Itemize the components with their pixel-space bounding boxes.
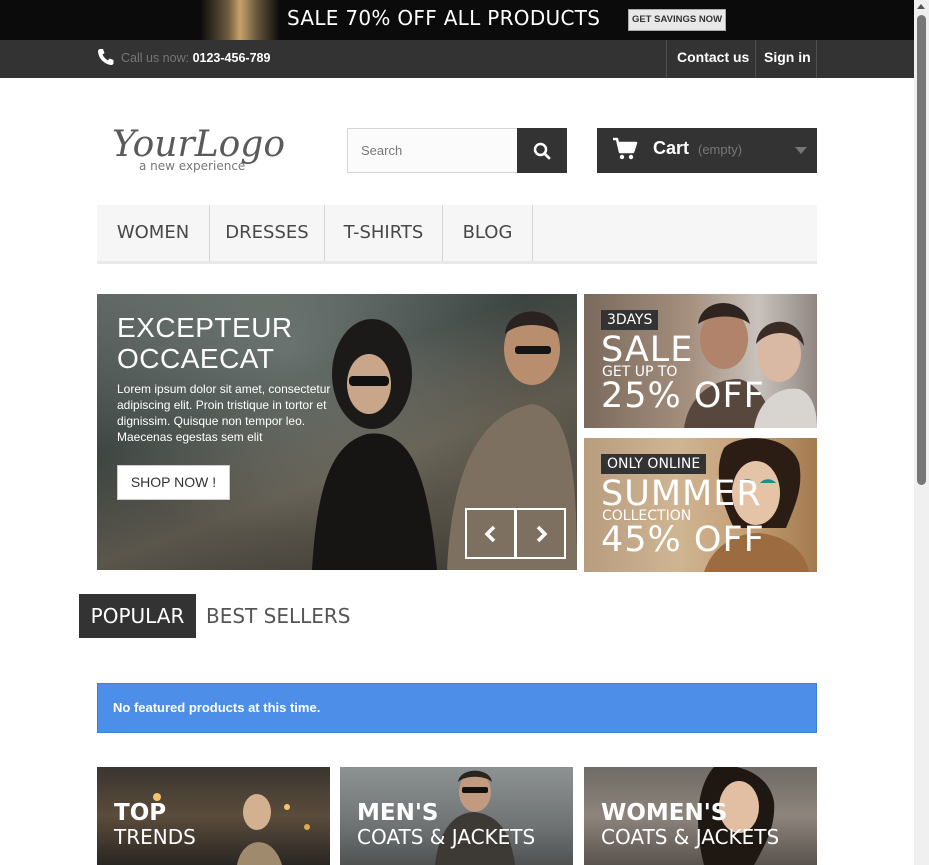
tab-best-sellers[interactable]: BEST SELLERS [206,594,350,638]
card-title: MEN'S [357,800,439,826]
promo-model-image [200,0,280,40]
banner-3days-sale[interactable]: 3DAYS SALE GET UP TO 25% OFF [584,294,817,428]
card-title: WOMEN'S [601,800,728,826]
cart-icon [613,137,638,160]
banner-offer: 25% OFF [601,376,765,416]
search-field[interactable] [347,128,518,173]
search-button[interactable] [517,128,567,173]
card-top-trends[interactable]: TOP TRENDS [97,767,330,865]
slide-title: EXCEPTEUR OCCAECAT [117,312,293,374]
call-label: Call us now: [121,51,190,65]
tab-popular[interactable]: POPULAR [79,594,196,638]
contact-us-link[interactable]: Contact us [677,49,749,65]
cart-button[interactable]: Cart (empty) [597,128,817,173]
banner-offer: 45% OFF [601,520,765,560]
chevron-down-icon [795,147,807,154]
card-womens-coats[interactable]: WOMEN'S COATS & JACKETS [584,767,817,865]
slide-title-line-1: EXCEPTEUR [117,312,293,343]
card-subtitle: COATS & JACKETS [601,825,780,849]
promo-banner[interactable]: SALE 70% OFF ALL PRODUCTS GET SAVINGS NO… [0,0,914,40]
divider [816,40,817,78]
slider-prev-button[interactable] [465,508,516,559]
slide-description: Lorem ipsum dolor sit amet, consectetur … [117,382,331,444]
card-subtitle: TRENDS [114,825,196,849]
chevron-right-icon [536,525,548,543]
phone-icon [98,49,114,65]
scrollbar-thumb[interactable] [917,15,926,485]
divider [755,40,756,78]
cart-status: (empty) [698,142,743,157]
logo-tagline: a new experience [139,159,245,173]
scroll-up-icon[interactable] [917,4,925,9]
no-products-alert: No featured products at this time. [97,683,817,733]
search-input[interactable] [348,129,518,172]
slider-next-button[interactable] [515,508,566,559]
divider [666,40,667,78]
menu-item-women[interactable]: WOMEN [97,205,210,261]
homepage-slider[interactable]: EXCEPTEUR OCCAECAT Lorem ipsum dolor sit… [97,294,577,570]
menu-item-blog[interactable]: BLOG [443,205,533,261]
menu-item-t-shirts[interactable]: T-SHIRTS [325,205,443,261]
banner-tag: ONLY ONLINE [601,454,707,474]
vertical-scrollbar[interactable] [914,0,929,865]
promo-text: SALE 70% OFF ALL PRODUCTS [287,6,601,30]
banner-tag: 3DAYS [601,310,659,330]
card-subtitle: COATS & JACKETS [357,825,536,849]
card-mens-coats[interactable]: MEN'S COATS & JACKETS [340,767,573,865]
card-title: TOP [114,800,167,826]
banner-summer-collection[interactable]: ONLY ONLINE SUMMER COLLECTION 45% OFF [584,438,817,572]
main-menu: WOMEN DRESSES T-SHIRTS BLOG [97,205,817,264]
slide-title-line-2: OCCAECAT [117,343,275,374]
menu-item-dresses[interactable]: DRESSES [210,205,325,261]
get-savings-button[interactable]: GET SAVINGS NOW [628,9,726,31]
call-us-text: Call us now: 0123-456-789 [121,51,270,65]
cart-label: Cart [653,138,690,158]
sign-in-link[interactable]: Sign in [764,49,811,65]
phone-number: 0123-456-789 [192,51,271,65]
top-bar: Call us now: 0123-456-789 Contact us Sig… [0,40,914,78]
site-logo[interactable]: YourLogo a new experience [112,120,302,180]
search-icon [533,142,551,160]
shop-now-button[interactable]: SHOP NOW ! [117,465,230,500]
chevron-left-icon [484,525,496,543]
